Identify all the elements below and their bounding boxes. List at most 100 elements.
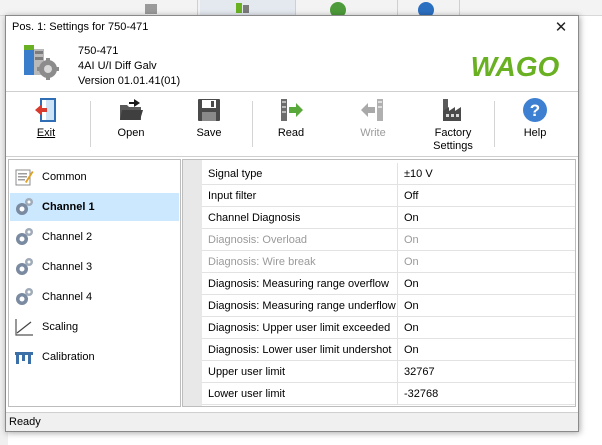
- property-name: Lower user limit: [208, 388, 286, 400]
- property-name: Input filter: [208, 190, 257, 202]
- device-order-number: 750-471: [78, 45, 119, 57]
- property-row[interactable]: Signal type ±10 V: [202, 163, 575, 185]
- property-value[interactable]: 32767: [404, 366, 435, 378]
- property-row[interactable]: Diagnosis: Wire break On: [202, 251, 575, 273]
- background-globe-icon: [330, 2, 346, 15]
- exit-button[interactable]: Exit: [28, 95, 64, 155]
- factory-settings-label: Factory Settings: [433, 127, 473, 152]
- exit-door-icon: [35, 98, 56, 122]
- property-row[interactable]: Input filter Off: [202, 185, 575, 207]
- property-value[interactable]: On: [404, 234, 419, 246]
- background-tab-icon: [145, 4, 157, 14]
- write-to-device-icon: [361, 99, 383, 121]
- factory-settings-button[interactable]: Factory Settings: [430, 95, 476, 155]
- property-row[interactable]: Diagnosis: Measuring range overflow On: [202, 273, 575, 295]
- property-value[interactable]: On: [404, 212, 419, 224]
- nav-item-scaling[interactable]: Scaling: [10, 313, 179, 341]
- save-button[interactable]: Save: [192, 95, 226, 155]
- help-icon: ?: [523, 98, 547, 122]
- help-button[interactable]: ? Help: [518, 95, 552, 155]
- wago-logo: WAGO: [471, 52, 560, 80]
- background-tab-icon: [236, 3, 249, 13]
- gears-icon: [16, 258, 33, 275]
- nav-item-channel-3[interactable]: Channel 3: [10, 253, 179, 281]
- open-folder-icon: [120, 99, 143, 120]
- property-value[interactable]: ±10 V: [404, 168, 433, 180]
- property-name: Diagnosis: Lower user limit undershot: [208, 344, 392, 356]
- property-grid: Signal type ±10 V Input filter Off Channel D…: [182, 159, 576, 407]
- toolbar-separator: [252, 101, 253, 147]
- nav-item-label: Calibration: [42, 351, 95, 363]
- property-value[interactable]: On: [404, 300, 419, 312]
- open-button[interactable]: Open: [114, 95, 148, 155]
- property-name: Diagnosis: Measuring range overflow: [208, 278, 389, 290]
- property-row[interactable]: Diagnosis: Upper user limit exceeded On: [202, 317, 575, 339]
- property-column-divider: [397, 317, 398, 338]
- property-value[interactable]: On: [404, 322, 419, 334]
- device-header: 750-471 4AI U/I Diff Galv Version 01.01.…: [6, 38, 578, 92]
- property-name: Channel Diagnosis: [208, 212, 301, 224]
- property-column-divider: [397, 361, 398, 382]
- property-value[interactable]: Off: [404, 190, 418, 202]
- notepad-icon: [15, 169, 34, 186]
- device-description: 4AI U/I Diff Galv: [78, 60, 157, 72]
- nav-item-label: Channel 2: [42, 231, 93, 243]
- save-label: Save: [196, 127, 222, 139]
- write-button[interactable]: Write: [356, 95, 390, 155]
- property-row[interactable]: Diagnosis: Overload On: [202, 229, 575, 251]
- gears-icon: [16, 288, 33, 305]
- device-version: Version 01.01.41(01): [78, 75, 181, 87]
- nav-item-channel-1[interactable]: Channel 1: [10, 193, 179, 221]
- property-value[interactable]: -32768: [404, 388, 438, 400]
- background-tab-strip: [0, 0, 602, 16]
- device-info: 750-471 4AI U/I Diff Galv Version 01.01.…: [78, 44, 180, 89]
- property-value[interactable]: On: [404, 278, 419, 290]
- property-row[interactable]: Upper user limit 32767: [202, 361, 575, 383]
- line-graph-icon: [15, 319, 33, 336]
- property-name: Diagnosis: Overload: [208, 234, 308, 246]
- property-column-divider: [397, 383, 398, 404]
- property-grid-gutter: [183, 160, 202, 406]
- property-row[interactable]: Lower user limit -32768: [202, 383, 575, 405]
- property-column-divider: [397, 185, 398, 206]
- title-bar[interactable]: Pos. 1: Settings for 750-471 ✕: [6, 16, 578, 38]
- property-column-divider: [397, 273, 398, 294]
- background-tab-active[interactable]: [200, 0, 296, 16]
- property-column-divider: [397, 339, 398, 360]
- calipers-icon: [15, 352, 33, 364]
- toolbar-separator: [90, 101, 91, 147]
- svg-text:?: ?: [530, 101, 540, 120]
- property-row[interactable]: Channel Diagnosis On: [202, 207, 575, 229]
- read-button[interactable]: Read: [274, 95, 308, 155]
- open-label: Open: [117, 127, 145, 139]
- read-label: Read: [277, 127, 305, 139]
- property-row[interactable]: Diagnosis: Measuring range underflow On: [202, 295, 575, 317]
- nav-item-common[interactable]: Common: [10, 163, 179, 191]
- property-name: Signal type: [208, 168, 263, 180]
- window-title: Pos. 1: Settings for 750-471: [12, 21, 149, 33]
- background-tab[interactable]: [400, 0, 460, 16]
- background-info-icon: [418, 2, 434, 15]
- property-name: Diagnosis: Measuring range underflow: [208, 300, 396, 312]
- nav-item-calibration[interactable]: Calibration: [10, 343, 179, 371]
- property-column-divider: [397, 229, 398, 250]
- toolbar: Exit Open Save Read Write Factory Settin…: [6, 93, 578, 157]
- nav-item-channel-4[interactable]: Channel 4: [10, 283, 179, 311]
- close-button[interactable]: ✕: [546, 16, 576, 38]
- background-tab[interactable]: [298, 0, 398, 16]
- nav-item-channel-2[interactable]: Channel 2: [10, 223, 179, 251]
- close-icon: ✕: [554, 19, 568, 36]
- property-column-divider: [397, 163, 398, 184]
- background-tab[interactable]: [88, 0, 198, 16]
- gears-icon: [16, 198, 33, 215]
- nav-item-label: Common: [42, 171, 87, 183]
- device-module-icon: [24, 45, 59, 80]
- property-value[interactable]: On: [404, 344, 419, 356]
- help-label: Help: [523, 127, 547, 139]
- property-row[interactable]: Diagnosis: Lower user limit undershot On: [202, 339, 575, 361]
- property-column-divider: [397, 295, 398, 316]
- nav-item-label: Channel 3: [42, 261, 93, 273]
- property-value[interactable]: On: [404, 256, 419, 268]
- property-name: Diagnosis: Upper user limit exceeded: [208, 322, 391, 334]
- property-column-divider: [397, 207, 398, 228]
